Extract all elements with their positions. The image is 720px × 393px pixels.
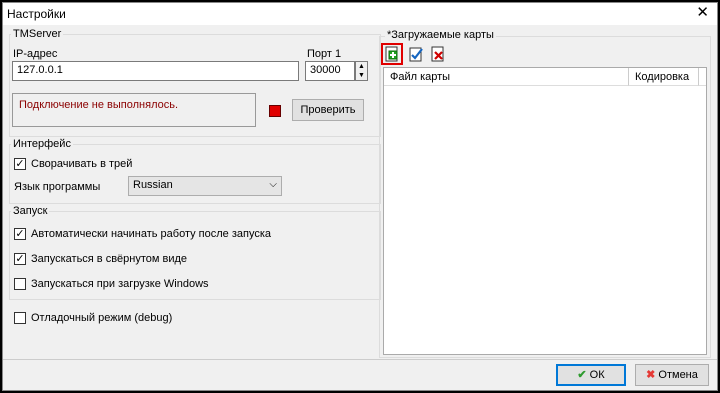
start-minimized-label: Запускаться в свёрнутом виде xyxy=(31,253,188,265)
remove-map-icon xyxy=(431,46,444,62)
autostart-work-label: Автоматически начинать работу после запу… xyxy=(31,228,272,240)
start-with-windows-checkbox[interactable] xyxy=(14,278,26,290)
settings-window: Настройки ✕ TMServer IP-адрес 127.0.0.1 … xyxy=(2,2,718,391)
connection-status-text: Подключение не выполнялось. xyxy=(19,99,179,111)
ok-button[interactable]: ✔ ОК xyxy=(556,364,626,386)
maps-group-label: *Загружаемые карты xyxy=(385,29,496,41)
ip-input[interactable]: 127.0.0.1 xyxy=(12,61,299,81)
cancel-label: Отмена xyxy=(658,369,698,381)
debug-checkbox[interactable] xyxy=(14,312,26,324)
ip-label: IP-адрес xyxy=(13,48,58,60)
minimize-to-tray-label: Сворачивать в трей xyxy=(31,158,133,170)
language-value: Russian xyxy=(133,179,173,191)
footer-divider xyxy=(3,359,717,360)
stepper-down-icon[interactable]: ▼ xyxy=(358,71,365,80)
window-title: Настройки xyxy=(7,7,66,21)
port-stepper[interactable]: ▲ ▼ xyxy=(355,61,368,81)
edit-map-icon xyxy=(409,47,423,62)
minimize-to-tray-checkbox[interactable]: ✓ xyxy=(14,158,26,170)
status-indicator xyxy=(269,105,281,117)
ok-label: ОК xyxy=(589,369,605,381)
port-input[interactable]: 30000 xyxy=(305,61,355,81)
connection-status-box: Подключение не выполнялось. xyxy=(12,93,256,127)
language-label: Язык программы xyxy=(14,181,101,193)
check-button[interactable]: Проверить xyxy=(292,99,364,121)
port-label: Порт 1 xyxy=(307,48,342,60)
column-header-filler xyxy=(699,68,706,86)
maps-table[interactable]: Файл карты Кодировка xyxy=(383,67,707,355)
close-icon[interactable]: ✕ xyxy=(696,5,709,21)
tmserver-group-label: TMServer xyxy=(11,28,64,40)
autostart-work-checkbox[interactable]: ✓ xyxy=(14,228,26,240)
port-value: 30000 xyxy=(310,64,341,76)
debug-label: Отладочный режим (debug) xyxy=(31,312,173,324)
cancel-button[interactable]: ✖ Отмена xyxy=(635,364,709,386)
stepper-up-icon[interactable]: ▲ xyxy=(358,62,365,71)
startup-group-label: Запуск xyxy=(11,205,50,217)
edit-map-button[interactable] xyxy=(407,45,425,63)
cross-icon: ✖ xyxy=(646,369,656,381)
language-select[interactable]: Russian ⌵ xyxy=(128,176,282,196)
start-with-windows-label: Запускаться при загрузке Windows xyxy=(31,278,209,290)
checkmark-icon: ✔ xyxy=(577,369,587,381)
column-header-map-file[interactable]: Файл карты xyxy=(384,68,629,86)
interface-group-label: Интерфейс xyxy=(11,138,73,150)
add-map-button[interactable] xyxy=(381,43,403,65)
remove-map-button[interactable] xyxy=(429,45,447,63)
title-bar: Настройки ✕ xyxy=(3,3,717,25)
add-map-icon xyxy=(385,46,398,62)
start-minimized-checkbox[interactable]: ✓ xyxy=(14,253,26,265)
chevron-down-icon: ⌵ xyxy=(269,179,277,190)
column-header-encoding[interactable]: Кодировка xyxy=(629,68,699,86)
